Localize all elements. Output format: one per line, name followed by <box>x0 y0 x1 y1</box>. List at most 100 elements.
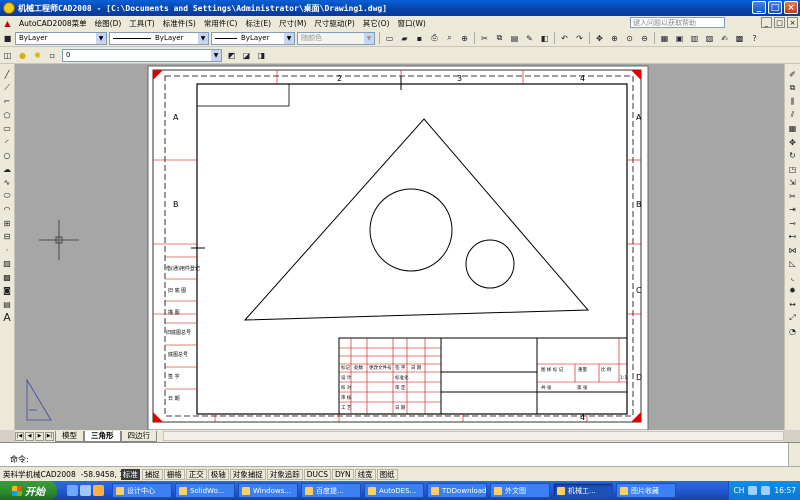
close-button[interactable]: × <box>784 1 798 14</box>
construction-line-icon[interactable]: ⟋ <box>1 82 13 96</box>
spline-icon[interactable]: ∿ <box>1 176 13 190</box>
fillet-icon[interactable]: ◟ <box>787 271 799 285</box>
pan-icon[interactable]: ✥ <box>593 32 606 45</box>
ie-icon[interactable] <box>67 485 78 496</box>
rectangle-icon[interactable]: ▭ <box>1 122 13 136</box>
multiline-text-icon[interactable]: A <box>1 311 13 325</box>
ime-indicator[interactable]: CH <box>733 486 744 495</box>
doc-minimize-button[interactable]: _ <box>761 17 772 28</box>
line-icon[interactable]: ╱ <box>1 68 13 82</box>
menu-common-parts[interactable]: 常用件(C) <box>200 18 242 29</box>
sheet-set-icon[interactable]: ▧ <box>703 32 716 45</box>
layer-select[interactable]: 0 ▼ <box>62 48 222 62</box>
drawing-svg[interactable]: 2 3 4 4 A B A B C D 借(通)用件登记 旧 底 图 描 图 旧… <box>15 64 784 430</box>
menu-autocad[interactable]: AutoCAD2008菜单 <box>15 18 91 29</box>
maximize-button[interactable]: □ <box>768 1 782 14</box>
publish-icon[interactable]: ⊕ <box>458 32 471 45</box>
menu-annotate[interactable]: 标注(E) <box>241 18 275 29</box>
tab-model[interactable]: 模型 <box>55 430 84 442</box>
open-file-icon[interactable]: ▰ <box>398 32 411 45</box>
snap-toggle[interactable]: 捕捉 <box>141 468 163 480</box>
task-tddownload[interactable]: TDDownload <box>427 483 487 498</box>
menu-dimension[interactable]: 尺寸(M) <box>275 18 310 29</box>
menu-other[interactable]: 其它(O) <box>359 18 394 29</box>
scale-icon[interactable]: ◳ <box>787 163 799 177</box>
menu-standard-parts[interactable]: 标准件(S) <box>159 18 200 29</box>
zoom-window-icon[interactable]: ⊙ <box>623 32 636 45</box>
lineweight-combo[interactable]: ByLayer ▼ <box>211 31 295 45</box>
layer-combo[interactable]: ByLayer ▼ <box>15 31 107 45</box>
print-icon[interactable]: ⎙ <box>428 32 441 45</box>
coordinate-readout[interactable]: -58.9458, 1 <box>79 470 124 479</box>
zoom-previous-icon[interactable]: ⊖ <box>638 32 651 45</box>
horizontal-scrollbar[interactable] <box>163 431 784 441</box>
doc-close-button[interactable]: × <box>787 17 798 28</box>
region-icon[interactable]: ◙ <box>1 284 13 298</box>
arc-icon[interactable]: ◜ <box>1 136 13 150</box>
drawing-canvas[interactable]: 2 3 4 4 A B A B C D 借(通)用件登记 旧 底 图 描 图 旧… <box>15 64 784 430</box>
make-current-icon[interactable]: ◩ <box>225 49 238 62</box>
standard-toggle[interactable]: 标准 <box>120 468 140 480</box>
stretch-icon[interactable]: ⇲ <box>787 176 799 190</box>
dim-radius-icon[interactable]: ◔ <box>787 325 799 339</box>
ducs-toggle[interactable]: DUCS <box>303 468 331 480</box>
layer-state-icon[interactable]: ◨ <box>255 49 268 62</box>
menu-dimension-drive[interactable]: 尺寸驱动(P) <box>310 18 358 29</box>
network-icon[interactable] <box>748 486 758 495</box>
command-scrollbar[interactable] <box>788 443 800 467</box>
linetype-combo[interactable]: ByLayer ▼ <box>109 31 209 45</box>
task-design-center[interactable]: 设计中心 <box>112 483 172 498</box>
menu-window[interactable]: 窗口(W) <box>394 18 430 29</box>
tab-quadrilateral[interactable]: 四边行 <box>120 430 157 442</box>
clock[interactable]: 16:57 <box>774 486 796 495</box>
first-tab-button[interactable]: |◀ <box>15 431 24 441</box>
tab-triangle[interactable]: 三角形 <box>84 430 121 442</box>
trim-icon[interactable]: ✂ <box>787 190 799 204</box>
polyline-icon[interactable]: ⌐ <box>1 95 13 109</box>
doc-restore-button[interactable]: □ <box>774 17 785 28</box>
table-icon[interactable]: ▤ <box>1 298 13 312</box>
copy-object-icon[interactable]: ⧉ <box>787 82 799 96</box>
new-file-icon[interactable]: ▭ <box>383 32 396 45</box>
task-picture-favorites[interactable]: 图片收藏 <box>616 483 676 498</box>
chamfer-icon[interactable]: ◺ <box>787 257 799 271</box>
dim-linear-icon[interactable]: ↔ <box>787 298 799 312</box>
break-at-point-icon[interactable]: ⊸ <box>787 217 799 231</box>
tool-palettes-icon[interactable]: ▥ <box>688 32 701 45</box>
mirror-icon[interactable]: ⫼ <box>787 95 799 109</box>
start-button[interactable]: 开始 <box>0 481 57 500</box>
calculator-icon[interactable]: ▩ <box>733 32 746 45</box>
task-windows[interactable]: Windows... <box>238 483 298 498</box>
paper-toggle[interactable]: 图纸 <box>376 468 398 480</box>
point-icon[interactable]: · <box>1 244 13 258</box>
next-tab-button[interactable]: ▶ <box>35 431 44 441</box>
block-editor-icon[interactable]: ◧ <box>538 32 551 45</box>
task-mechanical-cad[interactable]: 机械工... <box>553 483 613 498</box>
design-center-icon[interactable]: ▣ <box>673 32 686 45</box>
prev-tab-button[interactable]: ◀ <box>25 431 34 441</box>
task-baidu[interactable]: 百度提... <box>301 483 361 498</box>
hatch-icon[interactable]: ▨ <box>1 257 13 271</box>
extend-icon[interactable]: ⇥ <box>787 203 799 217</box>
revision-cloud-icon[interactable]: ☁ <box>1 163 13 177</box>
circle-icon[interactable]: ○ <box>1 149 13 163</box>
help-search-input[interactable]: 键入问题以获取帮助 <box>630 17 725 28</box>
zoom-realtime-icon[interactable]: ⊕ <box>608 32 621 45</box>
polar-toggle[interactable]: 极轴 <box>207 468 229 480</box>
layer-previous-icon[interactable]: ◪ <box>240 49 253 62</box>
volume-icon[interactable] <box>761 486 771 495</box>
dyn-toggle[interactable]: DYN <box>332 468 354 480</box>
undo-icon[interactable]: ↶ <box>558 32 571 45</box>
lineweight-toggle[interactable]: 线宽 <box>354 468 376 480</box>
redo-icon[interactable]: ↷ <box>573 32 586 45</box>
minimize-button[interactable]: _ <box>752 1 766 14</box>
last-tab-button[interactable]: ▶| <box>45 431 54 441</box>
dim-aligned-icon[interactable]: ⤢ <box>787 311 799 325</box>
cut-icon[interactable]: ✂ <box>478 32 491 45</box>
ellipse-icon[interactable]: ⬭ <box>1 190 13 204</box>
match-properties-icon[interactable]: ✎ <box>523 32 536 45</box>
make-block-icon[interactable]: ⊟ <box>1 230 13 244</box>
save-icon[interactable]: ▪ <box>413 32 426 45</box>
join-icon[interactable]: ⋈ <box>787 244 799 258</box>
polygon-icon[interactable]: ⬠ <box>1 109 13 123</box>
